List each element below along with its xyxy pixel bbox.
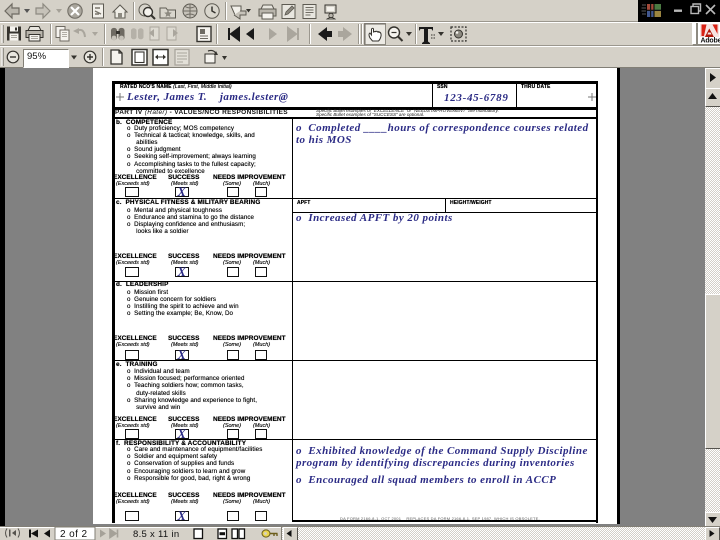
svg-text:Adobe: Adobe: [701, 37, 720, 44]
svg-text:2 of 2: 2 of 2: [60, 529, 87, 540]
svg-text:8.5 x 11 in: 8.5 x 11 in: [133, 529, 179, 540]
